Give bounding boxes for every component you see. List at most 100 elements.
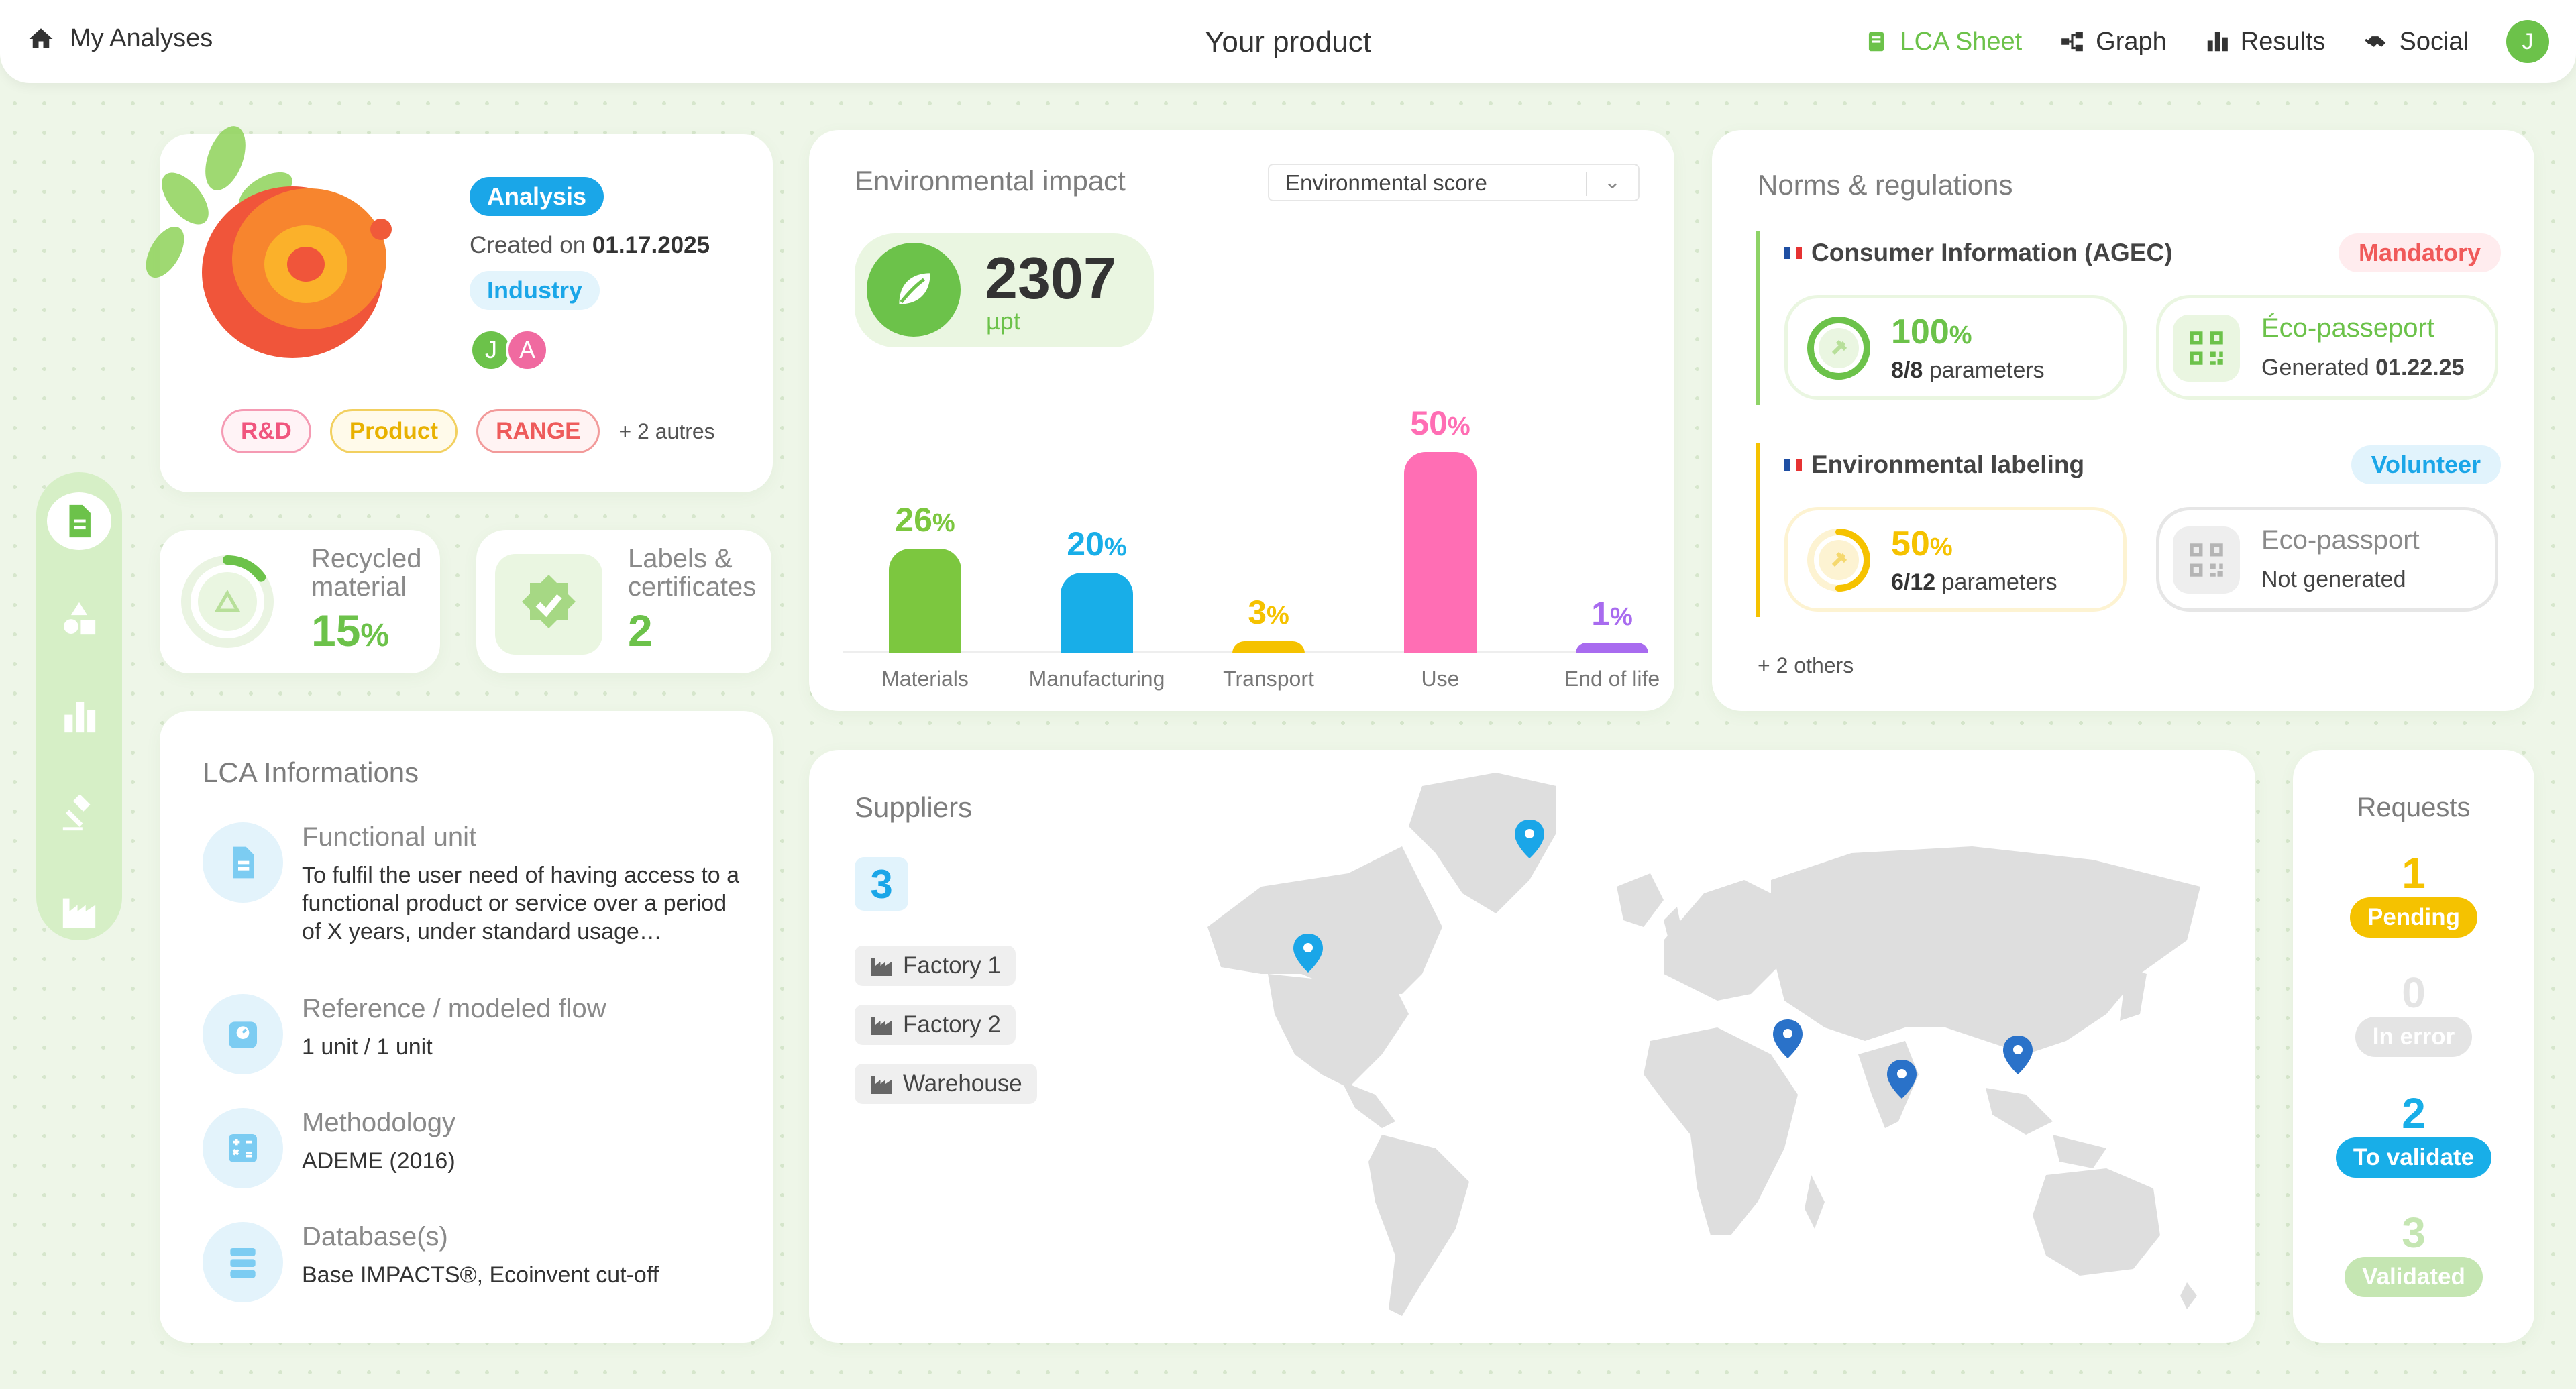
request-count: 2 [2402,1089,2426,1137]
request-validated[interactable]: 3 Validated [2293,1210,2534,1297]
lca-informations-card: LCA Informations Functional unit To fulf… [160,711,773,1343]
request-pending[interactable]: 1 Pending [2293,850,2534,938]
database-icon [230,1248,256,1278]
request-count: 3 [2402,1209,2426,1257]
env-title: Environmental impact [855,165,1126,197]
supplier-name: Factory 2 [903,1011,1001,1038]
request-to-validate[interactable]: 2 To validate [2293,1091,2534,1178]
map-pin-icon [1773,1019,1803,1058]
request-status-pill: Validated [2345,1257,2483,1297]
lca-item-label: Reference / modeled flow [302,994,606,1023]
tag-range[interactable]: RANGE [476,409,600,453]
more-norms-link[interactable]: + 2 others [1758,653,1854,678]
eco-passport-generated[interactable]: Éco-passeport Generated 01.22.25 [2156,295,2498,400]
passport-status: Not generated [2261,567,2406,592]
graph-icon [2061,32,2083,52]
bar-column: 20% [1013,524,1181,653]
collaborators: J A [470,329,549,372]
supplier-item[interactable]: Factory 2 [855,1005,1016,1045]
shapes-icon [64,602,96,635]
passport-status: Generated 01.22.25 [2261,355,2464,381]
avatar[interactable]: A [506,329,549,372]
request-count: 1 [2402,849,2426,897]
product-card: Analysis Created on 01.17.2025 Industry … [146,126,773,492]
bar[interactable] [1404,452,1477,653]
nav-social[interactable]: Social [2363,27,2469,56]
progress-unit: % [1929,533,1953,561]
rail-norms[interactable] [47,785,111,843]
nav-results[interactable]: Results [2204,27,2326,56]
user-avatar[interactable]: J [2506,20,2549,63]
bar-value-label: 20% [1067,525,1127,563]
qr-code-icon [2190,331,2223,365]
requests-card: Requests 1 Pending 0 In error 2 To valid… [2293,750,2534,1343]
request-in-error[interactable]: 0 In error [2293,970,2534,1057]
rail-suppliers[interactable] [47,883,111,940]
bar[interactable] [1576,643,1648,653]
eco-passport-not-generated[interactable]: Eco-passport Not generated [2156,507,2498,612]
more-tags[interactable]: + 2 autres [619,419,714,444]
qr-tile [2173,526,2240,594]
chevron-down-icon: ⌄ [1603,171,1621,193]
progress-number: 100 [1891,313,1949,351]
bar-column: 1% [1528,594,1696,653]
score-value: 2307 [985,245,1116,311]
params-count: 6/12 parameters [1891,569,2057,596]
map-pin-icon [2003,1036,2033,1074]
gavel-icon [62,794,91,830]
supplier-item[interactable]: Factory 1 [855,946,1016,986]
suppliers-count: 3 [855,857,908,911]
suppliers-card: Suppliers 3 Factory 1 Factory 2 Warehous… [809,750,2255,1343]
tag-product[interactable]: Product [329,409,458,453]
bar-value-label: 3% [1248,594,1289,631]
supplier-name: Factory 1 [903,952,1001,979]
nav-graph[interactable]: Graph [2059,27,2167,56]
bar[interactable] [1061,573,1133,653]
top-nav: LCA Sheet Graph Results Social J [1864,20,2549,63]
parameters-progress-ring [1807,529,1870,592]
suppliers-world-map[interactable] [1181,773,2200,1323]
lca-sheet-icon [1869,32,1884,52]
recycled-value: 15% [311,605,389,656]
environmental-impact-card: Environmental impact Environmental score… [809,130,1674,711]
bar[interactable] [889,549,961,653]
score-type-select[interactable]: Environmental score ⌄ [1268,164,1640,201]
recycled-unit: % [360,618,390,653]
lca-icon-tile [203,994,283,1074]
supplier-name: Warehouse [903,1070,1022,1097]
leaf-icon-tile [867,243,961,337]
bar-category-label: Materials [881,667,969,691]
rail-graph[interactable] [47,590,111,648]
labels-icon-tile [495,554,602,655]
suppliers-list: Factory 1 Factory 2 Warehouse [855,946,1037,1104]
bar-category-label: Use [1421,667,1460,691]
norms-title: Norms & regulations [1758,169,2013,201]
nav-lca-sheet[interactable]: LCA Sheet [1864,27,2022,56]
params-count: 8/8 parameters [1891,357,2045,384]
supplier-item[interactable]: Warehouse [855,1064,1037,1104]
world-map-landmasses [1208,773,2200,1316]
tag-rd[interactable]: R&D [221,409,311,453]
passport-date: 01.22.25 [2375,355,2465,380]
rail-results[interactable] [47,687,111,745]
lca-item-label: Methodology [302,1108,456,1137]
environmental-score: 2307 µpt [855,233,1154,347]
lca-title: LCA Informations [203,757,419,788]
results-icon [2207,32,2228,52]
request-count: 0 [2402,968,2426,1017]
certificate-badge-icon [522,575,576,628]
bar-value-label: 1% [1591,595,1633,632]
norm-title-text: Environmental labeling [1811,451,2085,478]
recycled-label-line1: Recycled [311,544,422,573]
calculator-icon [229,1134,257,1162]
lca-item-value: 1 unit / 1 unit [302,1034,433,1060]
norm-title: Environmental labeling [1784,451,2084,479]
bar-value-label: 50% [1410,404,1470,442]
rail-lca-sheet[interactable] [47,492,111,550]
side-rail [36,472,122,940]
parameters-progress[interactable]: 50% 6/12 parameters [1784,507,2127,612]
factory-icon [871,1076,892,1094]
bar[interactable] [1232,641,1305,653]
parameters-progress[interactable]: 100% 8/8 parameters [1784,295,2127,400]
labels-value: 2 [628,606,653,655]
